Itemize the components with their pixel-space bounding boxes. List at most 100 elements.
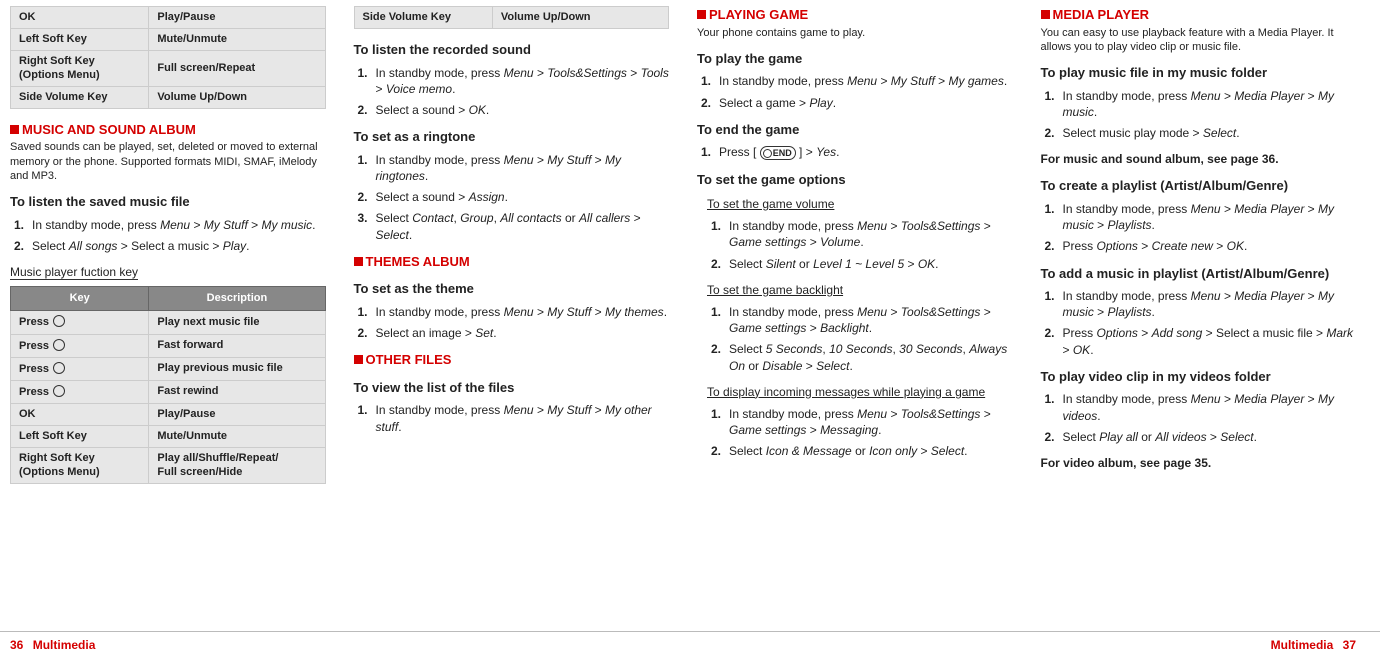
desc-cell: Play next music file [149, 311, 325, 334]
end-game-text-pre: Press [ [719, 145, 756, 159]
key-cell: Press [11, 380, 149, 403]
game-messages-list: 1.In standby mode, press Menu > Tools&Se… [707, 406, 1013, 460]
nav-circle-icon [53, 362, 65, 374]
table-row: Press Play next music file [11, 311, 326, 334]
set-ringtone-heading: To set as a ringtone [354, 128, 670, 146]
red-square-icon [1041, 10, 1050, 19]
end-button-icon: END [760, 146, 796, 160]
desc-cell: Play all/Shuffle/Repeat/Full screen/Hide [149, 448, 325, 483]
play-game-heading: To play the game [697, 50, 1013, 68]
desc-cell: Volume Up/Down [149, 86, 325, 108]
list-item: 1.In standby mode, press Menu > Media Pl… [1041, 201, 1357, 233]
play-game-list: 1.In standby mode, press Menu > My Stuff… [697, 73, 1013, 110]
key-cell: Press [11, 334, 149, 357]
music-player-key-heading: Music player fuction key [10, 264, 326, 280]
listen-recorded-heading: To listen the recorded sound [354, 41, 670, 59]
list-item: 2.Select Icon & Message or Icon only > S… [707, 443, 1013, 459]
desc-cell: Play/Pause [149, 7, 325, 29]
table-header-desc: Description [149, 287, 325, 311]
red-square-icon [10, 125, 19, 134]
other-files-heading: OTHER FILES [354, 351, 670, 369]
desc-cell: Play previous music file [149, 357, 325, 380]
listen-saved-heading: To listen the saved music file [10, 193, 326, 211]
list-item: 2.Select a game > Play. [697, 95, 1013, 111]
column-4: MEDIA PLAYER You can easy to use playbac… [1041, 6, 1357, 628]
list-item: 1.Press [ END ] > Yes. [697, 144, 1013, 160]
column-3: PLAYING GAME Your phone contains game to… [697, 6, 1013, 628]
playing-game-desc: Your phone contains game to play. [697, 26, 1013, 40]
add-music-playlist-heading: To add a music in playlist (Artist/Album… [1041, 265, 1357, 283]
red-square-icon [697, 10, 706, 19]
music-player-key-table: Key Description Press Play next music fi… [10, 286, 326, 483]
key-cell: Side Volume Key [354, 7, 492, 29]
list-item: 1.In standby mode, press Menu > My Stuff… [354, 304, 670, 320]
playing-game-heading: PLAYING GAME [697, 6, 1013, 24]
page-footer: 36 Multimedia Multimedia 37 [0, 631, 1380, 652]
game-backlight-list: 1.In standby mode, press Menu > Tools&Se… [707, 304, 1013, 374]
play-music-folder-heading: To play music file in my music folder [1041, 64, 1357, 82]
key-cell: Left Soft Key [11, 29, 149, 51]
media-player-heading: MEDIA PLAYER [1041, 6, 1357, 24]
view-files-list: 1.In standby mode, press Menu > My Stuff… [354, 402, 670, 434]
list-item: 3.Select Contact, Group, All contacts or… [354, 210, 670, 242]
view-files-heading: To view the list of the files [354, 379, 670, 397]
table-header-key: Key [11, 287, 149, 311]
list-item: 2.Press Options > Create new > OK. [1041, 238, 1357, 254]
table-row: Right Soft Key(Options Menu)Full screen/… [11, 51, 326, 86]
desc-cell: Mute/Unmute [149, 426, 325, 448]
list-item: 1.In standby mode, press Menu > Media Pl… [1041, 288, 1357, 320]
set-ringtone-list: 1.In standby mode, press Menu > My Stuff… [354, 152, 670, 243]
desc-cell: Full screen/Repeat [149, 51, 325, 86]
list-item: 1.In standby mode, press Menu > Tools&Se… [707, 406, 1013, 438]
table-row: Side Volume KeyVolume Up/Down [11, 86, 326, 108]
play-video-folder-list: 1.In standby mode, press Menu > Media Pl… [1041, 391, 1357, 445]
key-cell: Left Soft Key [11, 426, 149, 448]
game-options-heading: To set the game options [697, 171, 1013, 189]
table-row: Left Soft KeyMute/Unmute [11, 426, 326, 448]
list-item: 2.Select an image > Set. [354, 325, 670, 341]
key-cell: OK [11, 7, 149, 29]
music-sound-album-desc: Saved sounds can be played, set, deleted… [10, 140, 326, 183]
list-item: 2.Press Options > Add song > Select a mu… [1041, 325, 1357, 357]
desc-cell: Play/Pause [149, 404, 325, 426]
desc-cell: Fast forward [149, 334, 325, 357]
list-item: 1.In standby mode, press Menu > My Stuff… [354, 152, 670, 184]
desc-cell: Volume Up/Down [492, 7, 668, 29]
list-item: 1.In standby mode, press Menu > Tools&Se… [707, 304, 1013, 336]
list-item: 1.In standby mode, press Menu > Tools&Se… [707, 218, 1013, 250]
media-player-desc: You can easy to use playback feature wit… [1041, 26, 1357, 55]
red-square-icon [354, 257, 363, 266]
play-music-folder-list: 1.In standby mode, press Menu > Media Pl… [1041, 88, 1357, 142]
list-item: 1.In standby mode, press Menu > My Stuff… [697, 73, 1013, 89]
table-row: Left Soft KeyMute/Unmute [11, 29, 326, 51]
nav-circle-icon [53, 339, 65, 351]
list-item: 1.In standby mode, press Menu > My Stuff… [10, 217, 326, 233]
list-item: 1.In standby mode, press Menu > Media Pl… [1041, 391, 1357, 423]
listen-recorded-list: 1.In standby mode, press Menu > Tools&Se… [354, 65, 670, 119]
column-2: Side Volume KeyVolume Up/Down To listen … [354, 6, 670, 628]
key-cell: Right Soft Key(Options Menu) [11, 448, 149, 483]
themes-album-heading: THEMES ALBUM [354, 253, 670, 271]
game-volume-heading: To set the game volume [707, 196, 1013, 212]
page-number-right: 37 [1343, 638, 1356, 652]
set-theme-list: 1.In standby mode, press Menu > My Stuff… [354, 304, 670, 341]
list-item: 2.Select All songs > Select a music > Pl… [10, 238, 326, 254]
table-row: Press Fast forward [11, 334, 326, 357]
column-1: OKPlay/PauseLeft Soft KeyMute/UnmuteRigh… [10, 6, 326, 628]
end-game-text-post: ] > Yes. [799, 145, 839, 159]
table-row: Press Fast rewind [11, 380, 326, 403]
top-key-table-2: Side Volume KeyVolume Up/Down [354, 6, 670, 29]
music-album-note: For music and sound album, see page 36. [1041, 151, 1357, 167]
music-sound-album-heading: MUSIC AND SOUND ALBUM [10, 121, 326, 139]
key-cell: Press [11, 357, 149, 380]
desc-cell: Mute/Unmute [149, 29, 325, 51]
table-row: Side Volume KeyVolume Up/Down [354, 7, 669, 29]
key-cell: Press [11, 311, 149, 334]
key-cell: Right Soft Key(Options Menu) [11, 51, 149, 86]
list-item: 2.Select a sound > Assign. [354, 189, 670, 205]
play-video-folder-heading: To play video clip in my videos folder [1041, 368, 1357, 386]
game-volume-list: 1.In standby mode, press Menu > Tools&Se… [707, 218, 1013, 272]
key-cell: Side Volume Key [11, 86, 149, 108]
game-backlight-heading: To set the game backlight [707, 282, 1013, 298]
list-item: 1.In standby mode, press Menu > Media Pl… [1041, 88, 1357, 120]
